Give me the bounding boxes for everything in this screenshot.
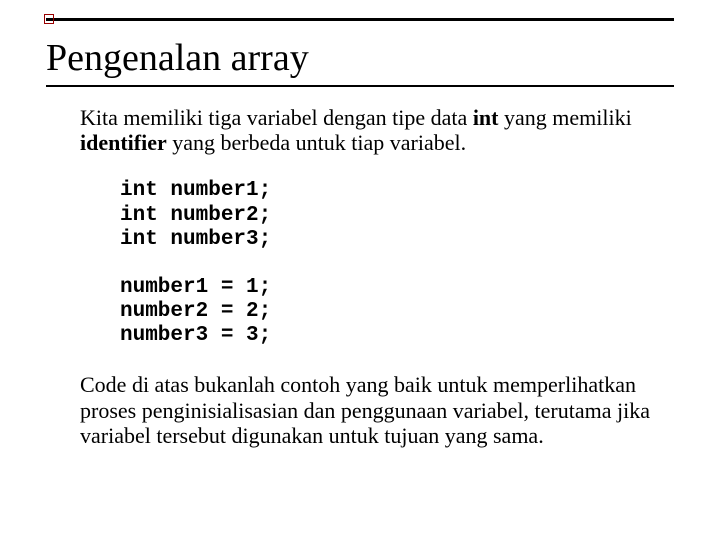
intro-text-3: yang berbeda untuk tiap variabel.	[167, 130, 466, 155]
intro-bold-identifier: identifier	[80, 130, 167, 155]
title-rule	[46, 85, 674, 87]
code-block-declarations: int number1; int number2; int number3;	[120, 179, 656, 251]
intro-paragraph: Kita memiliki tiga variabel dengan tipe …	[80, 105, 656, 156]
intro-text-1: Kita memiliki tiga variabel dengan tipe …	[80, 105, 473, 130]
top-rule	[46, 18, 674, 21]
intro-bold-int: int	[473, 105, 499, 130]
slide-body: Kita memiliki tiga variabel dengan tipe …	[80, 105, 656, 448]
intro-text-2: yang memiliki	[499, 105, 632, 130]
slide: Pengenalan array Kita memiliki tiga vari…	[0, 0, 720, 472]
slide-title: Pengenalan array	[46, 39, 696, 79]
closing-paragraph: Code di atas bukanlah contoh yang baik u…	[80, 372, 656, 448]
code-block-assignments: number1 = 1; number2 = 2; number3 = 3;	[120, 276, 656, 348]
